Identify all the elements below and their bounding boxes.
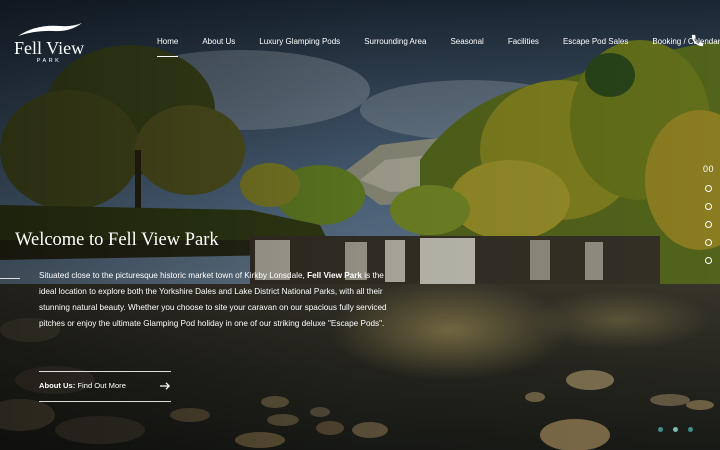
slider-dot[interactable]: [673, 427, 678, 432]
hero-description: Situated close to the picturesque histor…: [39, 268, 389, 332]
logo[interactable]: Fell View PARK: [14, 22, 88, 64]
nav-item-home[interactable]: Home: [152, 36, 183, 57]
hero-divider: [0, 278, 20, 279]
main-nav: Home About Us Luxury Glamping Pods Surro…: [152, 36, 720, 57]
about-us-cta-button[interactable]: About Us: Find Out More: [39, 371, 171, 402]
cta-label-bold: About Us:: [39, 381, 76, 390]
cta-label-text: Find Out More: [75, 381, 126, 390]
nav-item-surrounding-area[interactable]: Surrounding Area: [359, 36, 431, 48]
hero-text-part: Situated close to the picturesque histor…: [39, 271, 308, 280]
arrow-right-icon: [160, 382, 171, 390]
side-nav-dot[interactable]: [705, 185, 712, 192]
side-nav-dot[interactable]: [705, 239, 712, 246]
logo-name: Fell View: [14, 38, 85, 58]
side-nav-dot[interactable]: [705, 203, 712, 210]
phone-icon[interactable]: [690, 33, 705, 48]
side-slide-nav: 00: [703, 164, 719, 264]
slider-dot[interactable]: [658, 427, 663, 432]
hero-title: Welcome to Fell View Park: [15, 230, 219, 250]
nav-item-about-us[interactable]: About Us: [197, 36, 240, 48]
nav-item-luxury-glamping-pods[interactable]: Luxury Glamping Pods: [254, 36, 345, 48]
nav-item-seasonal[interactable]: Seasonal: [445, 36, 488, 48]
nav-item-escape-pod-sales[interactable]: Escape Pod Sales: [558, 36, 633, 48]
side-nav-dot[interactable]: [705, 257, 712, 264]
cta-label: About Us: Find Out More: [39, 381, 126, 390]
side-nav-dot[interactable]: [705, 221, 712, 228]
logo-subtitle: PARK: [36, 58, 62, 64]
hero-park-name: Fell View Park: [307, 271, 362, 280]
nav-item-facilities[interactable]: Facilities: [503, 36, 544, 48]
slide-counter: 00: [703, 164, 715, 174]
slider-pagination: [658, 427, 703, 432]
logo-swoosh-icon: [18, 23, 82, 36]
slider-dot[interactable]: [688, 427, 693, 432]
nav-item-booking-calendar[interactable]: Booking / Calendar: [647, 36, 720, 48]
